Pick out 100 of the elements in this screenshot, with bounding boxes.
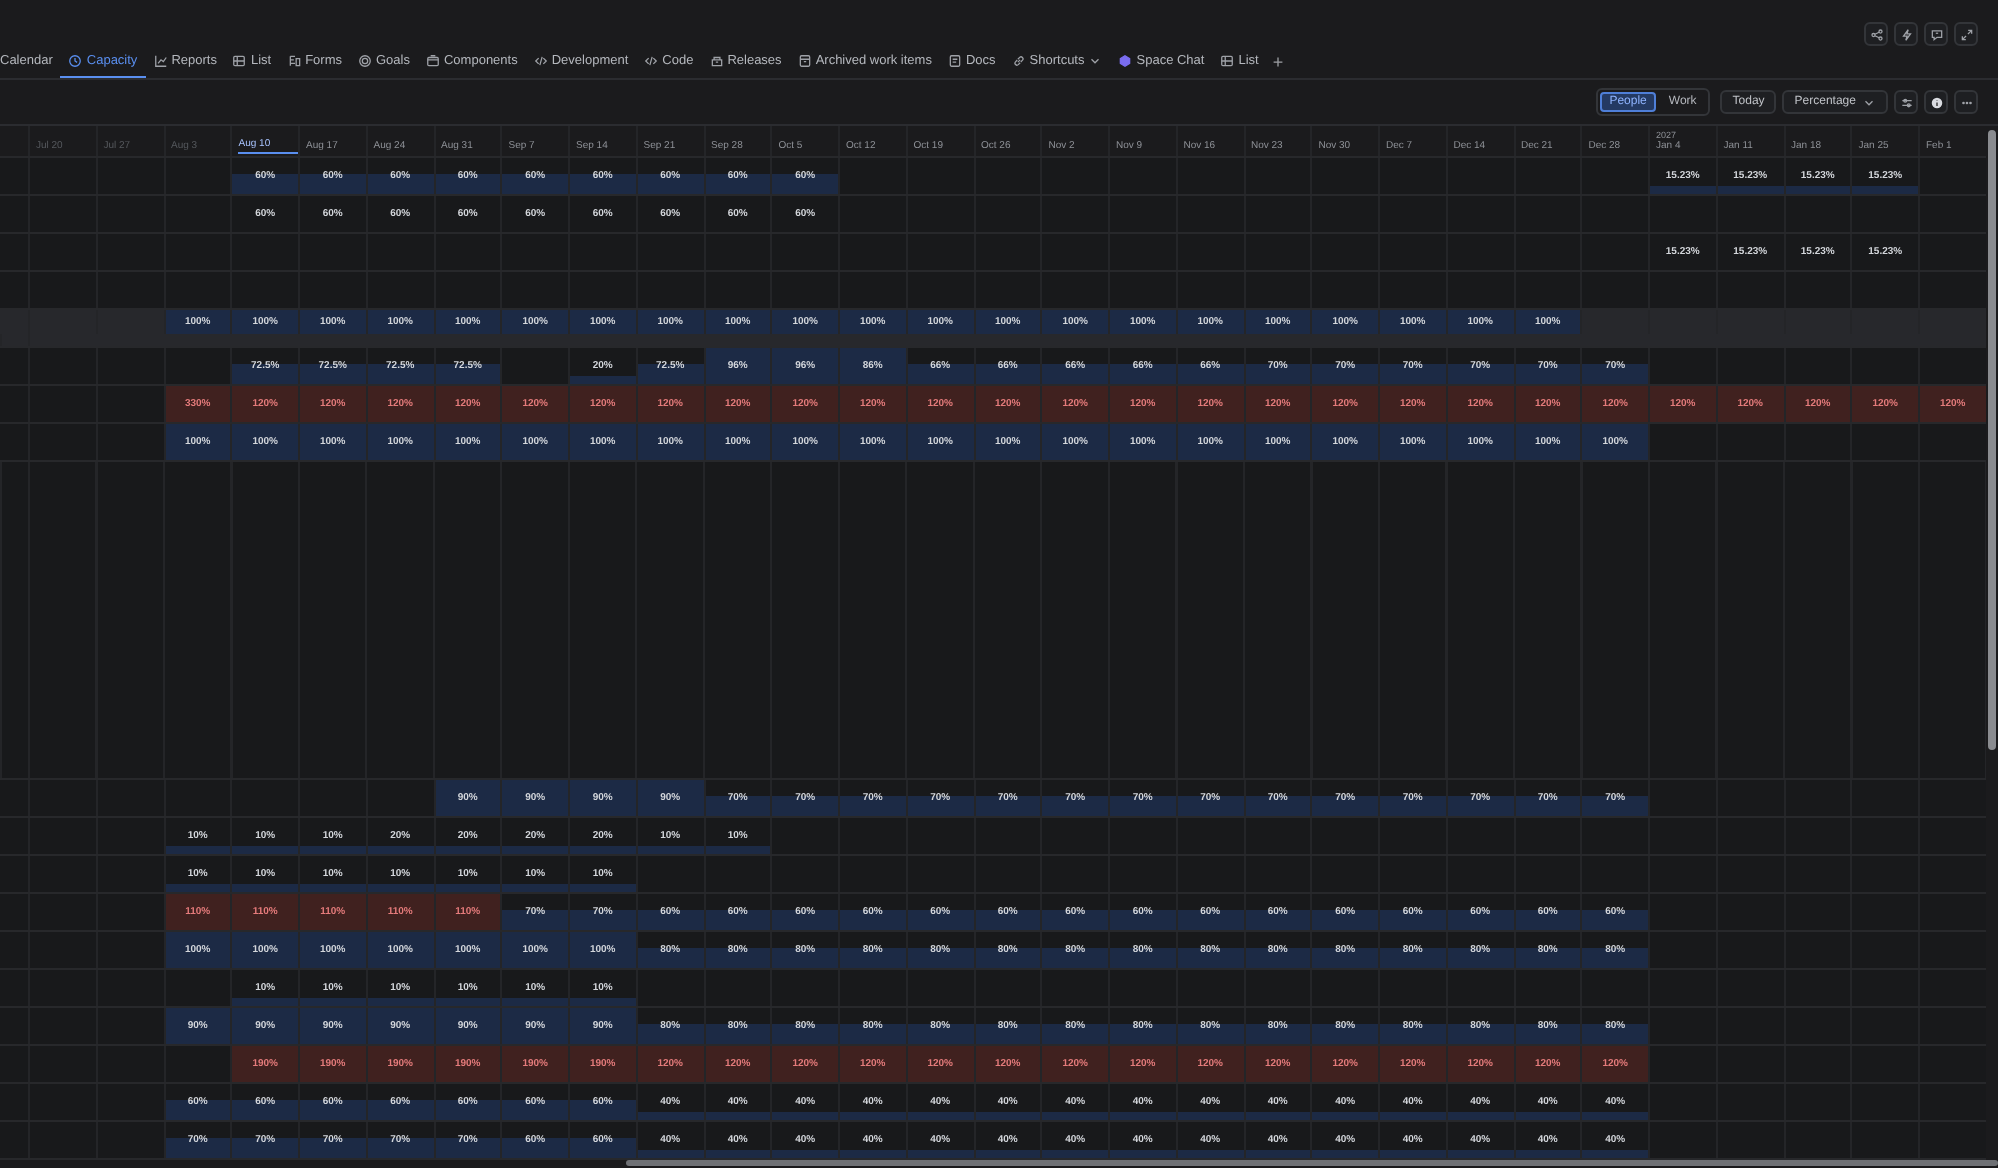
capacity-bar [1582, 1024, 1648, 1044]
lightning-icon [1899, 27, 1913, 41]
overload-bar [1042, 386, 1108, 422]
capacity-bar [367, 310, 433, 334]
comments-button[interactable] [1924, 22, 1948, 46]
package-icon [709, 54, 724, 68]
capacity-bar [975, 796, 1041, 816]
overload-bar [1110, 1046, 1176, 1082]
capacity-bar [1582, 424, 1648, 460]
capacity-bar [1245, 910, 1311, 930]
capacity-bar [1582, 910, 1648, 930]
more-button[interactable] [1954, 90, 1978, 114]
automation-button[interactable] [1894, 22, 1918, 46]
overload-bar [1582, 386, 1648, 422]
capacity-bar [1312, 310, 1378, 334]
capacity-bar [975, 310, 1041, 334]
overload-bar [637, 386, 703, 422]
overload-bar [907, 1046, 973, 1082]
table-icon [1220, 54, 1235, 68]
capacity-bar [367, 1138, 433, 1158]
capacity-bar [772, 348, 838, 384]
capacity-bar [705, 310, 771, 334]
overload-bar [1515, 1046, 1581, 1082]
capacity-bar [367, 174, 433, 194]
info-icon [1929, 95, 1943, 109]
capacity-bar [1177, 1024, 1243, 1044]
capacity-bar [772, 910, 838, 930]
target-icon [358, 54, 372, 68]
capacity-bar [1042, 1024, 1108, 1044]
overload-bar [570, 1046, 636, 1082]
sliders-icon [1899, 95, 1913, 109]
overload-bar [1650, 386, 1716, 422]
capacity-bar [840, 310, 906, 334]
capacity-bar [907, 796, 973, 816]
capacity-bar [1245, 1024, 1311, 1044]
capacity-bar [165, 424, 231, 460]
capacity-bar [772, 424, 838, 460]
overload-bar [435, 386, 501, 422]
capacity-bar [1177, 910, 1243, 930]
add-tab-button[interactable]: + [1266, 52, 1290, 72]
capacity-bar [705, 424, 771, 460]
overload-bar [975, 386, 1041, 422]
capacity-bar [435, 174, 501, 194]
overload-bar [570, 386, 636, 422]
capacity-bar [1177, 424, 1243, 460]
capacity-bar [1380, 1024, 1446, 1044]
share-button[interactable] [1864, 22, 1888, 46]
capacity-bar [975, 948, 1041, 968]
overload-bar [300, 1046, 366, 1082]
overload-bar [975, 1046, 1041, 1082]
capacity-bar [1515, 364, 1581, 384]
overload-bar [1110, 386, 1176, 422]
filter-button[interactable] [1894, 90, 1918, 114]
box-icon [425, 54, 440, 68]
capacity-bar [907, 910, 973, 930]
overload-bar [1515, 386, 1581, 422]
overload-bar [772, 386, 838, 422]
capacity-bar [435, 780, 501, 816]
expand-button[interactable] [1954, 22, 1978, 46]
archive-icon [797, 54, 812, 68]
capacity-bar [907, 948, 973, 968]
capacity-bar [502, 1138, 568, 1158]
expand-icon [1959, 27, 1973, 41]
overload-bar [165, 386, 231, 422]
overload-bar [232, 386, 298, 422]
overload-bar [502, 386, 568, 422]
capacity-bar [1110, 1024, 1176, 1044]
capacity-bar [907, 424, 973, 460]
overload-bar [367, 1046, 433, 1082]
capacity-bar [367, 424, 433, 460]
capacity-bar [570, 174, 636, 194]
capacity-bar [502, 174, 568, 194]
vertical-scrollbar-thumb[interactable] [1988, 130, 1996, 750]
capacity-bar [165, 310, 231, 334]
capacity-bar [1177, 796, 1243, 816]
capacity-bar [165, 932, 231, 968]
capacity-bar [502, 310, 568, 334]
capacity-bar [840, 910, 906, 930]
capacity-bar [772, 1024, 838, 1044]
capacity-bar [502, 780, 568, 816]
overload-bar [367, 894, 433, 930]
capacity-bar [705, 948, 771, 968]
capacity-bar [1582, 364, 1648, 384]
capacity-bar [502, 1100, 568, 1120]
capacity-bar [435, 364, 501, 384]
overload-bar [502, 1046, 568, 1082]
capacity-bar [300, 174, 366, 194]
capacity-bar [435, 424, 501, 460]
overload-bar [1447, 386, 1513, 422]
horizontal-scrollbar-thumb[interactable] [626, 1160, 1998, 1166]
info-button[interactable] [1924, 90, 1948, 114]
capacity-bar [975, 910, 1041, 930]
capacity-bar [570, 780, 636, 816]
overload-bar [1312, 386, 1378, 422]
capacity-bar [570, 424, 636, 460]
capacity-bar [1447, 1024, 1513, 1044]
overload-bar [1447, 1046, 1513, 1082]
overload-bar [435, 894, 501, 930]
overload-bar [772, 1046, 838, 1082]
capacity-bar [1380, 424, 1446, 460]
